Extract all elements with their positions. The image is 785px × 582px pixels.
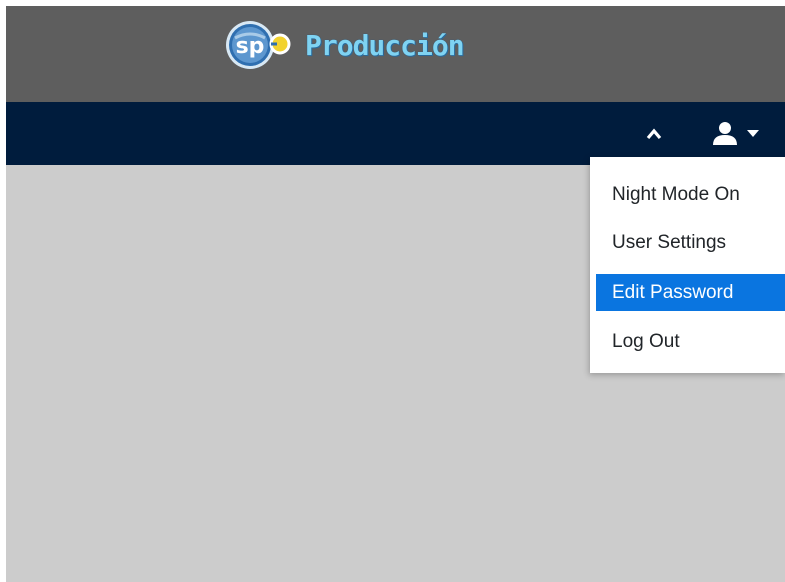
menu-item-log-out[interactable]: Log Out — [596, 323, 785, 360]
user-menu-toggle[interactable] — [712, 116, 772, 150]
app-header: sp Producción — [6, 6, 785, 102]
brand-title: Producción — [305, 28, 465, 62]
caret-down-icon — [747, 130, 759, 137]
top-navbar — [6, 102, 785, 165]
brand-logo[interactable]: sp Producción — [225, 20, 465, 70]
chevron-up-icon — [646, 128, 662, 140]
user-dropdown-menu: Night Mode On User Settings Edit Passwor… — [590, 157, 785, 373]
menu-item-edit-password[interactable]: Edit Password — [596, 274, 785, 311]
menu-item-user-settings[interactable]: User Settings — [596, 224, 785, 261]
svg-text:sp: sp — [236, 34, 265, 59]
sp-logo-icon: sp — [226, 21, 291, 69]
user-icon — [713, 122, 737, 145]
menu-item-night-mode[interactable]: Night Mode On — [596, 176, 785, 213]
collapse-header-button[interactable] — [640, 120, 668, 148]
